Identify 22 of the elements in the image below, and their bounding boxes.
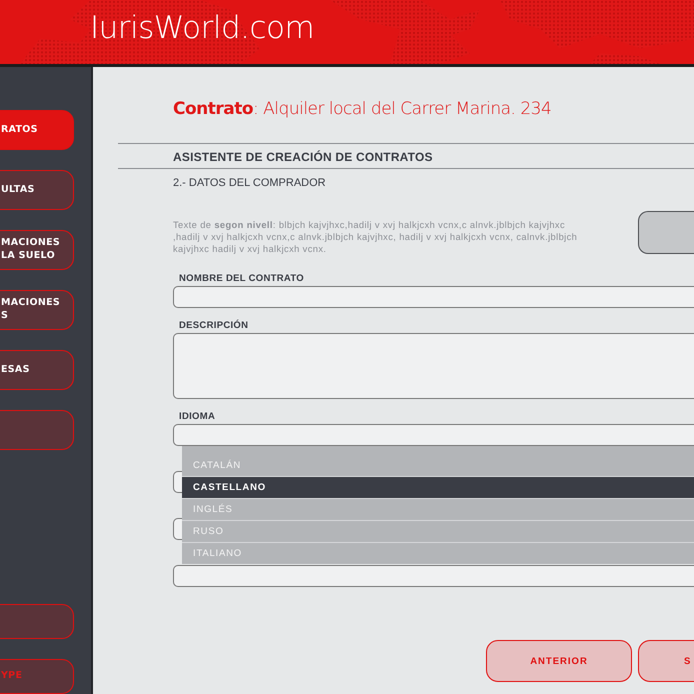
sidebar-button[interactable]: MACIONES LA SUELO: [0, 230, 74, 270]
sidebar-button[interactable]: ESAS: [0, 350, 74, 390]
description-field[interactable]: [173, 333, 694, 399]
nav-button[interactable]: S: [638, 640, 694, 682]
input-field[interactable]: [173, 565, 694, 587]
sidebar-button[interactable]: MACIONES S: [0, 290, 74, 330]
sidebar-button[interactable]: [0, 604, 74, 639]
sidebar-button[interactable]: [0, 410, 74, 450]
step-title: 2.- DATOS DEL COMPRADOR: [172, 176, 327, 189]
contract-title: Contrato: Alquiler local del Carrer Marina. 234: [173, 99, 552, 119]
field-label: IDIOMA: [178, 410, 216, 424]
help-text: Texte de segon nivell: blbjch kajvjhxc,hadilj v xvj halkjcxh vcnx,c alnvk.jblbjch kajvjhxc ,hadilj v xvj halkjcxh vcnx,c alnvk.jblbjch kajvjhxc, hadilj v xvj halkjcxh vcnx, calnvk.jblbjch kajvjhxc hadilj v xvj halkjcxh vcnx.: [173, 219, 578, 255]
field-label: DESCRIPCIÓN: [178, 318, 248, 333]
dropdown-option[interactable]: CASTELLANO: [182, 476, 694, 498]
input-field[interactable]: [173, 286, 694, 308]
input-field[interactable]: [173, 424, 694, 446]
wizard-heading: ASISTENTE DE CREACIÓN DE CONTRATOS: [172, 149, 434, 166]
sidebar-button[interactable]: RATOS: [0, 110, 74, 150]
side-button[interactable]: [638, 211, 694, 254]
nav-button[interactable]: ANTERIOR: [486, 640, 632, 682]
sidebar-button[interactable]: ULTAS: [0, 170, 74, 210]
field-label: NOMBRE DEL CONTRATO: [178, 272, 304, 286]
